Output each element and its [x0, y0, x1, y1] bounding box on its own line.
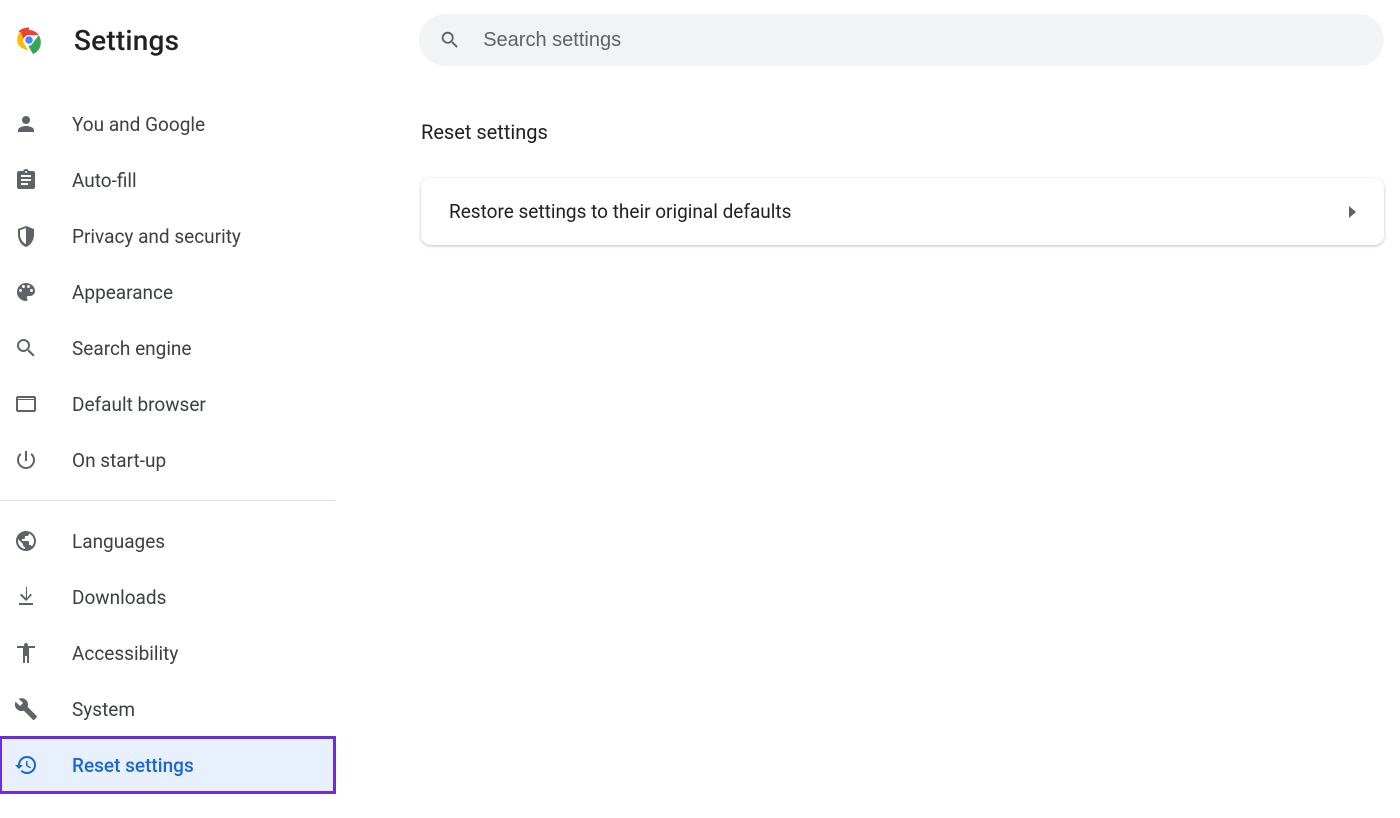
sidebar-item-label: Accessibility — [72, 642, 178, 665]
palette-icon — [14, 280, 38, 304]
search-input[interactable] — [483, 29, 1364, 52]
sidebar-item-downloads[interactable]: Downloads — [0, 569, 335, 625]
sidebar: You and Google Auto-fill Privacy and sec… — [0, 80, 335, 793]
restore-defaults-row[interactable]: Restore settings to their original defau… — [421, 178, 1384, 245]
sidebar-item-search-engine[interactable]: Search engine — [0, 320, 335, 376]
shield-icon — [14, 224, 38, 248]
search-bar[interactable] — [419, 14, 1384, 66]
sidebar-item-label: System — [72, 698, 135, 721]
sidebar-item-autofill[interactable]: Auto-fill — [0, 152, 335, 208]
main-content: Reset settings Restore settings to their… — [335, 80, 1400, 793]
person-icon — [14, 112, 38, 136]
sidebar-item-label: Downloads — [72, 586, 166, 609]
accessibility-icon — [14, 641, 38, 665]
sidebar-divider — [0, 500, 335, 501]
sidebar-item-label: Appearance — [72, 281, 173, 304]
sidebar-item-label: Search engine — [72, 337, 192, 360]
sidebar-item-label: You and Google — [72, 113, 205, 136]
sidebar-item-label: Auto-fill — [72, 169, 137, 192]
chevron-right-icon — [1349, 206, 1356, 218]
restore-defaults-label: Restore settings to their original defau… — [449, 200, 791, 223]
sidebar-item-appearance[interactable]: Appearance — [0, 264, 335, 320]
sidebar-item-accessibility[interactable]: Accessibility — [0, 625, 335, 681]
wrench-icon — [14, 697, 38, 721]
chrome-logo-icon — [14, 25, 44, 55]
sidebar-item-languages[interactable]: Languages — [0, 513, 335, 569]
sidebar-item-label: Privacy and security — [72, 225, 241, 248]
sidebar-item-label: On start-up — [72, 449, 166, 472]
sidebar-item-default-browser[interactable]: Default browser — [0, 376, 335, 432]
sidebar-item-you-and-google[interactable]: You and Google — [0, 96, 335, 152]
reset-icon — [14, 753, 38, 777]
search-icon — [439, 29, 461, 51]
power-icon — [14, 448, 38, 472]
download-icon — [14, 585, 38, 609]
search-icon — [14, 336, 38, 360]
sidebar-item-label: Default browser — [72, 393, 206, 416]
sidebar-item-privacy[interactable]: Privacy and security — [0, 208, 335, 264]
sidebar-item-startup[interactable]: On start-up — [0, 432, 335, 488]
section-title: Reset settings — [421, 120, 1384, 144]
clipboard-icon — [14, 168, 38, 192]
page-title: Settings — [74, 24, 179, 57]
header: Settings — [0, 0, 1400, 80]
globe-icon — [14, 529, 38, 553]
browser-icon — [14, 392, 38, 416]
sidebar-item-reset-settings[interactable]: Reset settings — [0, 737, 335, 793]
sidebar-item-label: Languages — [72, 530, 165, 553]
sidebar-item-system[interactable]: System — [0, 681, 335, 737]
sidebar-item-label: Reset settings — [72, 754, 194, 777]
